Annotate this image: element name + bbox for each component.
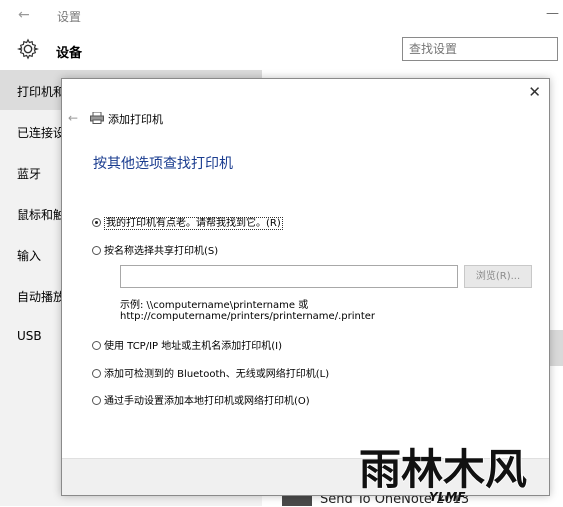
- dialog-caption: 添加打印机: [108, 113, 163, 126]
- option-label: 按名称选择共享打印机(S): [104, 246, 219, 257]
- page-title: 设备: [56, 46, 83, 61]
- sidebar-item-bluetooth[interactable]: 蓝牙: [17, 165, 41, 182]
- back-arrow-icon[interactable]: ←: [18, 7, 30, 23]
- radio-button[interactable]: [92, 396, 101, 405]
- option-label: 通过手动设置添加本地打印机或网络打印机(O): [104, 396, 310, 407]
- close-icon[interactable]: ✕: [528, 83, 541, 101]
- browse-button[interactable]: 浏览(R)...: [464, 265, 532, 288]
- option-tcpip[interactable]: 使用 TCP/IP 地址或主机名添加打印机(I): [92, 337, 282, 352]
- watermark-logo: 雨林木风 YLMF: [358, 444, 528, 504]
- svg-text:雨林木风: 雨林木风: [359, 445, 527, 494]
- list-item-highlight: [548, 330, 563, 366]
- radio-button[interactable]: [92, 369, 101, 378]
- option-shared-printer[interactable]: 按名称选择共享打印机(S): [92, 242, 218, 257]
- settings-title-bar: ← 设置 —: [0, 0, 563, 30]
- example-line-2: http://computername/printers/printername…: [120, 311, 376, 322]
- add-printer-dialog: ✕ ← 添加打印机 按其他选项查找打印机 我的打印机有点老。请帮我找到它。(R)…: [61, 78, 550, 496]
- gear-icon: [17, 38, 39, 60]
- option-manual-local[interactable]: 通过手动设置添加本地打印机或网络打印机(O): [92, 392, 310, 407]
- svg-text:YLMF: YLMF: [429, 490, 466, 504]
- sidebar-item-printers[interactable]: 打印机和: [17, 83, 65, 100]
- option-label: 我的打印机有点老。请帮我找到它。(R): [104, 217, 283, 230]
- dialog-heading: 按其他选项查找打印机: [93, 156, 233, 172]
- window-title: 设置: [57, 10, 82, 24]
- option-label: 使用 TCP/IP 地址或主机名添加打印机(I): [104, 341, 282, 352]
- sidebar-item-typing[interactable]: 输入: [17, 247, 41, 264]
- option-old-printer[interactable]: 我的打印机有点老。请帮我找到它。(R): [92, 214, 283, 230]
- shared-printer-name-input[interactable]: [120, 265, 458, 288]
- search-input[interactable]: [402, 37, 558, 61]
- sidebar-item-autoplay[interactable]: 自动播放: [17, 288, 65, 305]
- sidebar-item-mouse[interactable]: 鼠标和触: [17, 206, 65, 223]
- minimize-button[interactable]: —: [546, 6, 559, 21]
- radio-button[interactable]: [92, 246, 101, 255]
- sidebar-item-usb[interactable]: USB: [17, 329, 42, 343]
- radio-button[interactable]: [92, 341, 101, 350]
- option-bluetooth-wireless[interactable]: 添加可检测到的 Bluetooth、无线或网络打印机(L): [92, 365, 329, 380]
- radio-button[interactable]: [92, 218, 101, 227]
- example-line-1: 示例: \\computername\printername 或: [120, 300, 309, 311]
- dialog-back-icon[interactable]: ←: [68, 111, 78, 125]
- option-label: 添加可检测到的 Bluetooth、无线或网络打印机(L): [104, 369, 330, 380]
- sidebar-item-connected-devices[interactable]: 已连接设: [17, 124, 65, 141]
- printer-icon: [90, 112, 104, 124]
